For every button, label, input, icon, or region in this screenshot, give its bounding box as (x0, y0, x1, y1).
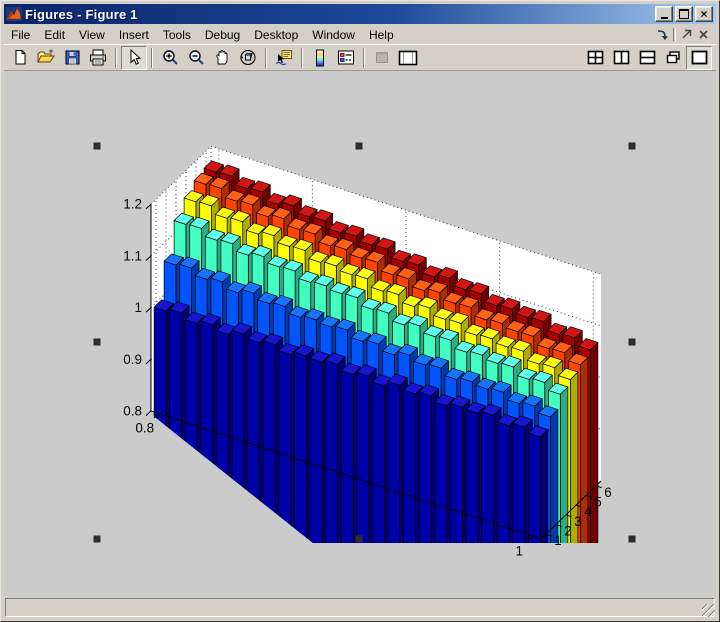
edit-plot-button[interactable] (121, 46, 147, 70)
tile-horizontal-button[interactable] (634, 46, 660, 70)
minimize-button[interactable] (655, 6, 673, 22)
cascade-windows-button[interactable] (660, 46, 686, 70)
menu-insert[interactable]: Insert (112, 26, 156, 44)
pan-button[interactable] (209, 46, 235, 70)
show-plot-tools-icon (398, 50, 418, 66)
rotate-3d-icon (239, 49, 257, 66)
svg-text:4: 4 (584, 504, 592, 519)
rotate-3d-button[interactable] (235, 46, 261, 70)
svg-text:5: 5 (594, 494, 602, 509)
resize-grip[interactable] (702, 604, 715, 617)
insert-legend-button[interactable] (333, 46, 359, 70)
toolbar-separator (301, 48, 303, 68)
cascade-windows-icon (665, 50, 682, 65)
menu-file[interactable]: File (4, 26, 37, 44)
insert-colorbar-button[interactable] (307, 46, 333, 70)
zoom-in-button[interactable] (157, 46, 183, 70)
new-figure-icon (12, 49, 29, 66)
open-file-button[interactable] (33, 46, 59, 70)
show-plot-tools-button[interactable] (395, 46, 421, 70)
print-figure-icon (89, 49, 107, 66)
figure-canvas[interactable]: 0.80.911.11.20.81123456 (4, 71, 716, 596)
menu-edit[interactable]: Edit (37, 26, 72, 44)
svg-text:1: 1 (554, 533, 562, 548)
insert-colorbar-icon (312, 49, 328, 67)
svg-text:6: 6 (604, 485, 612, 500)
maximize-button[interactable] (675, 6, 693, 22)
svg-text:0.9: 0.9 (123, 352, 142, 367)
toolbar-separator (363, 48, 365, 68)
data-cursor-button[interactable] (271, 46, 297, 70)
close-button[interactable]: × (695, 6, 713, 22)
maximize-figure-icon (691, 50, 708, 65)
insert-legend-icon (337, 49, 355, 66)
svg-text:1: 1 (134, 300, 142, 315)
tile-vertical-button[interactable] (608, 46, 634, 70)
figure-window: Figures - Figure 1 × File Edit View Inse… (0, 0, 720, 622)
maximize-figure-button[interactable] (686, 46, 712, 70)
toolbar (4, 44, 716, 71)
menu-bar: File Edit View Insert Tools Debug Deskto… (4, 25, 716, 44)
open-file-icon (37, 49, 55, 66)
title-bar[interactable]: Figures - Figure 1 × (4, 4, 716, 24)
zoom-out-button[interactable] (183, 46, 209, 70)
menu-desktop[interactable]: Desktop (247, 26, 305, 44)
new-figure-button[interactable] (7, 46, 33, 70)
status-text (5, 598, 715, 617)
svg-text:3: 3 (574, 514, 582, 529)
zoom-in-icon (162, 49, 179, 66)
data-cursor-icon (275, 49, 293, 66)
hide-plot-tools-button[interactable] (369, 46, 395, 70)
pan-hand-icon (214, 49, 231, 66)
menu-right-separator (673, 28, 676, 41)
print-figure-button[interactable] (85, 46, 111, 70)
svg-text:1.2: 1.2 (123, 197, 142, 212)
menu-debug[interactable]: Debug (198, 26, 247, 44)
menu-view[interactable]: View (72, 26, 112, 44)
undock-figure-icon[interactable] (680, 28, 693, 41)
minimize-icon (661, 17, 668, 19)
svg-text:1.1: 1.1 (123, 248, 142, 263)
tile-vertical-icon (613, 50, 630, 65)
svg-text:2: 2 (564, 523, 572, 538)
svg-text:1: 1 (515, 543, 523, 558)
menu-window[interactable]: Window (305, 26, 362, 44)
close-icon: × (700, 8, 707, 20)
menu-help[interactable]: Help (362, 26, 401, 44)
toolbar-separator (151, 48, 153, 68)
pointer-icon (126, 49, 142, 66)
save-figure-icon (64, 49, 81, 66)
zoom-out-icon (188, 49, 205, 66)
status-bar (4, 597, 716, 618)
maximize-icon (679, 9, 689, 19)
toolbar-separator (265, 48, 267, 68)
save-figure-button[interactable] (59, 46, 85, 70)
hide-plot-tools-icon (374, 50, 390, 65)
axes-3d-bar-plot[interactable]: 0.80.911.11.20.81123456 (4, 71, 716, 596)
svg-text:0.8: 0.8 (123, 404, 142, 419)
tile-horizontal-icon (639, 50, 656, 65)
toolbar-separator (115, 48, 117, 68)
tile-2x2-button[interactable] (582, 46, 608, 70)
matlab-logo-icon (6, 7, 22, 21)
window-title: Figures - Figure 1 (25, 7, 138, 22)
svg-text:0.8: 0.8 (135, 421, 154, 436)
dock-figure-icon[interactable] (656, 28, 669, 41)
menu-tools[interactable]: Tools (156, 26, 198, 44)
tile-2x2-icon (587, 50, 604, 65)
close-figure-icon[interactable] (697, 28, 710, 41)
